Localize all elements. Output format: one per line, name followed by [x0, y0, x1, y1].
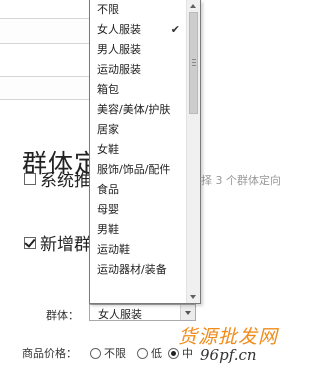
dropdown-option[interactable]: 女鞋	[90, 140, 186, 160]
section-note: 择 3 个群体定向	[201, 174, 281, 187]
dropdown-option-label: 居家	[97, 123, 119, 136]
group-select-value: 女人服装	[98, 308, 142, 321]
chevron-down-icon[interactable]	[180, 305, 195, 320]
dropdown-option-label: 不限	[97, 3, 119, 16]
dropdown-option-label: 运动器材/装备	[97, 263, 167, 276]
page: 群体定 择 3 个群体定向 系统推 新增群 群体： 女人服装 商品价格： 不限 …	[0, 0, 290, 376]
dropdown-option-label: 运动服装	[97, 63, 141, 76]
dropdown-option-label: 美容/美体/护肤	[97, 103, 171, 116]
dropdown-option[interactable]: 运动器材/装备	[90, 260, 186, 280]
new-group-checkbox[interactable]	[24, 237, 36, 249]
scroll-up-arrow-icon[interactable]	[190, 4, 196, 8]
price-radio-any-label: 不限	[104, 347, 126, 360]
grip-line	[192, 62, 196, 63]
group-dropdown-list[interactable]: 不限女人服装 ✔ 男人服装运动服装箱包美容/美体/护肤 居家女鞋服饰/饰品/配件 食品母…	[89, 0, 201, 304]
dropdown-option[interactable]: 母婴	[90, 200, 186, 220]
dropdown-option[interactable]: 食品	[90, 180, 186, 200]
dropdown-option-label: 男人服装	[97, 43, 141, 56]
watermark-url: 96pf.cn	[200, 346, 257, 364]
group-label: 群体：	[46, 309, 79, 322]
grip-line	[192, 65, 196, 66]
dropdown-option-label: 服饰/饰品/配件	[97, 163, 171, 176]
scrollbar-thumb[interactable]	[189, 12, 198, 114]
dropdown-option-label: 女鞋	[97, 143, 119, 156]
dropdown-option[interactable]: 美容/美体/护肤	[90, 100, 186, 120]
dropdown-option-label: 男鞋	[97, 223, 119, 236]
dropdown-option[interactable]: 不限	[90, 0, 186, 20]
new-group-checkbox-label: 新增群	[40, 235, 91, 255]
dropdown-option[interactable]: 居家	[90, 120, 186, 140]
dropdown-option-label: 母婴	[97, 203, 119, 216]
system-checkbox[interactable]	[24, 173, 36, 185]
dropdown-option-label: 女人服装	[97, 23, 141, 36]
dropdown-option[interactable]: 运动服装	[90, 60, 186, 80]
grip-line	[192, 59, 196, 60]
price-label: 商品价格：	[22, 347, 77, 360]
dropdown-option-label: 运动鞋	[97, 243, 130, 256]
dropdown-option[interactable]: 男人服装	[90, 40, 186, 60]
price-radio-any[interactable]	[90, 348, 101, 359]
price-radio-low[interactable]	[137, 348, 148, 359]
dropdown-option[interactable]: 男鞋	[90, 220, 186, 240]
dropdown-option[interactable]: 女人服装 ✔	[90, 20, 186, 40]
price-radio-low-label: 低	[151, 347, 162, 360]
group-select[interactable]: 女人服装	[89, 304, 196, 321]
dropdown-scrollbar[interactable]	[186, 0, 200, 303]
check-icon: ✔	[170, 23, 180, 36]
dropdown-options: 不限女人服装 ✔ 男人服装运动服装箱包美容/美体/护肤 居家女鞋服饰/饰品/配件 食品母…	[90, 0, 186, 280]
watermark-text: 货源批发网	[178, 326, 279, 348]
scroll-down-arrow-icon[interactable]	[190, 295, 196, 299]
dropdown-option[interactable]: 运动鞋	[90, 240, 186, 260]
watermark: 货源批发网 96pf.cn	[170, 322, 288, 374]
dropdown-option[interactable]: 服饰/饰品/配件	[90, 160, 186, 180]
system-checkbox-label: 系统推	[40, 171, 91, 191]
dropdown-option-label: 食品	[97, 183, 119, 196]
dropdown-option[interactable]: 箱包	[90, 80, 186, 100]
dropdown-option-label: 箱包	[97, 83, 119, 96]
